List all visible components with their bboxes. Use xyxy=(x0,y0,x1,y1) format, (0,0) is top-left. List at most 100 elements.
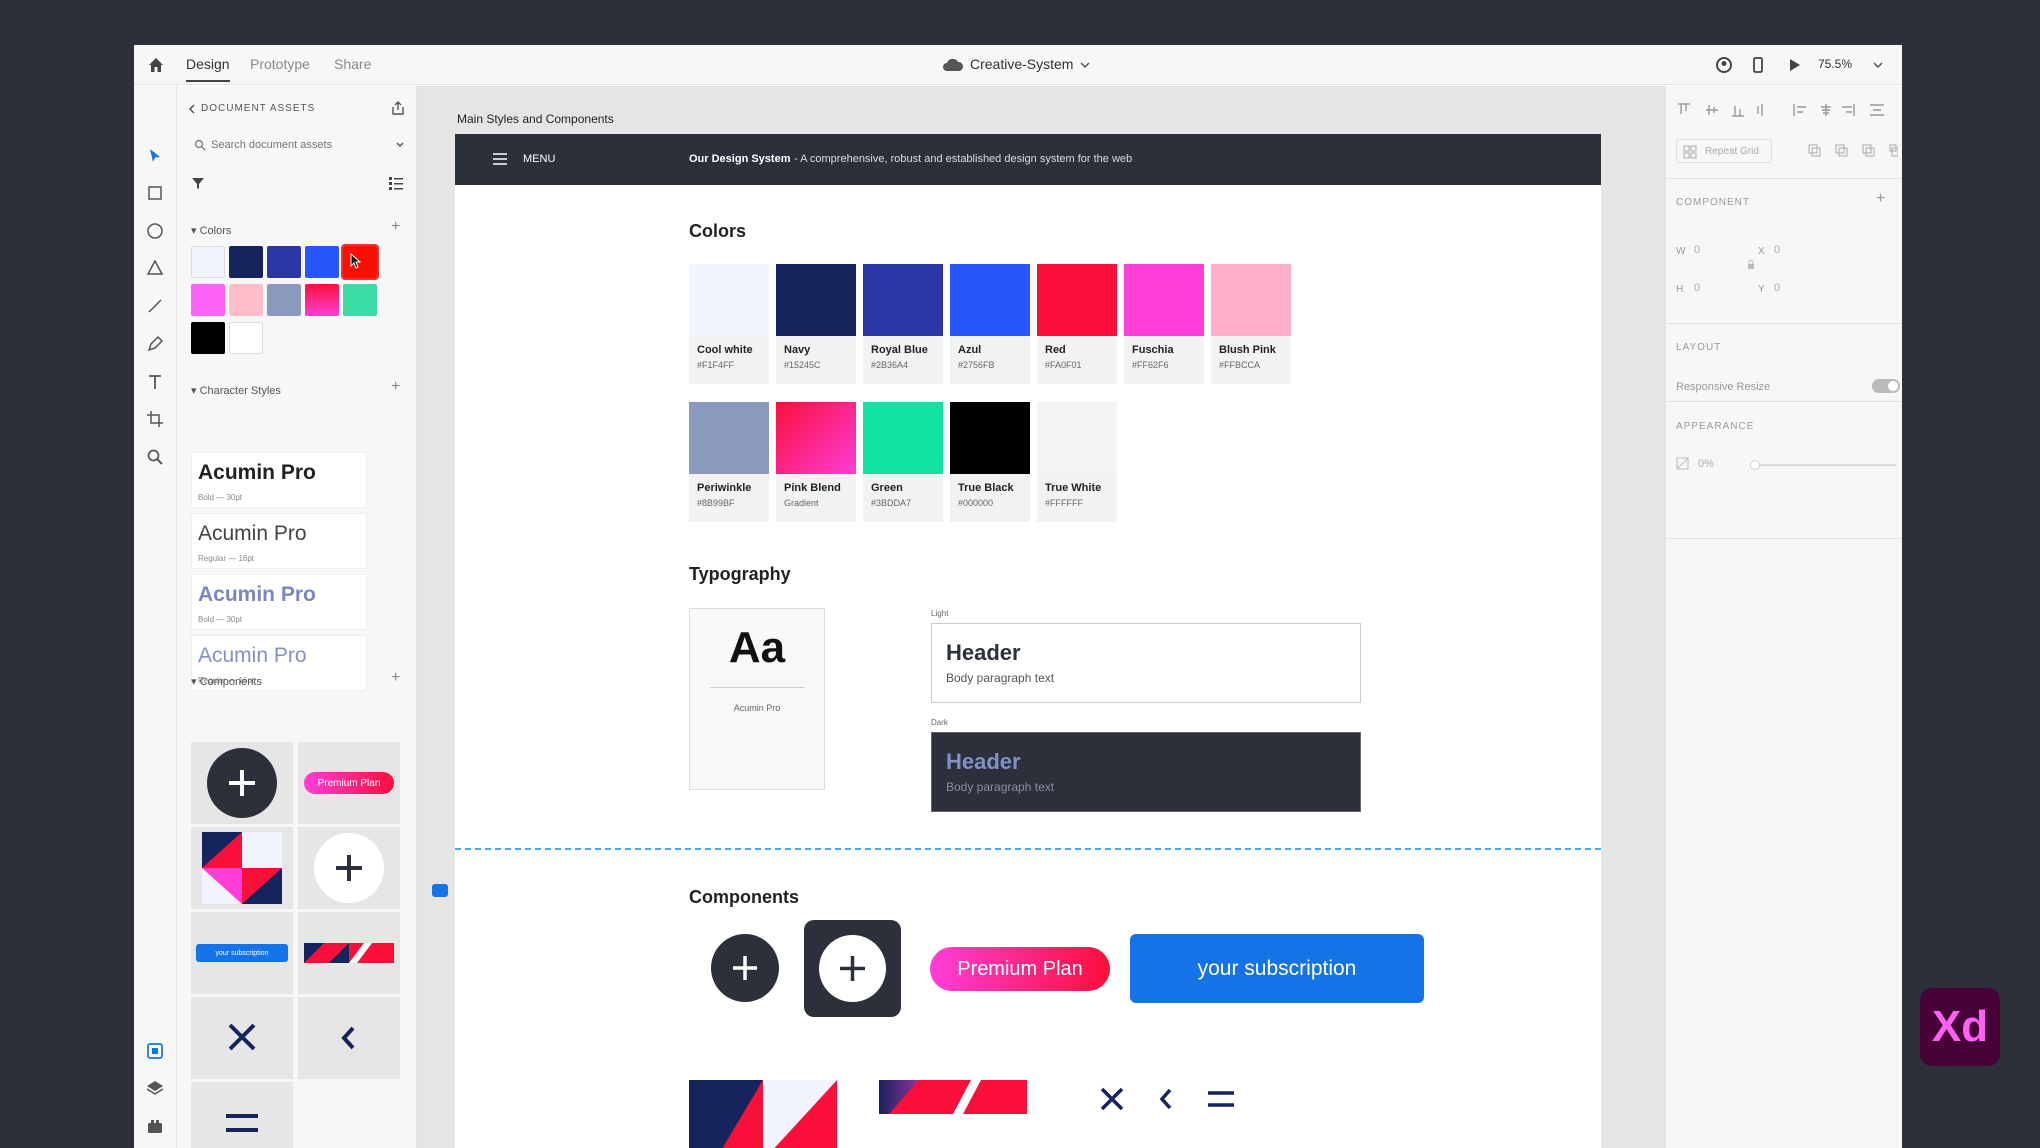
chevron-down-icon[interactable] xyxy=(1079,59,1091,71)
component-thumb-premium[interactable]: Premium Plan xyxy=(298,742,400,824)
add-character-style-icon[interactable]: + xyxy=(391,378,400,396)
x-input[interactable]: 0 xyxy=(1774,244,1780,256)
layers-icon[interactable] xyxy=(145,1078,165,1098)
color-card[interactable]: Red #FA0F01 xyxy=(1037,264,1117,384)
color-card[interactable]: Navy #15245C xyxy=(776,264,856,384)
colors-section-label[interactable]: ▾ Colors xyxy=(191,224,231,237)
color-swatch[interactable] xyxy=(305,246,339,278)
color-card[interactable]: Cool white #F1F4FF xyxy=(689,264,769,384)
add-color-icon[interactable]: + xyxy=(391,218,400,236)
character-style-card[interactable]: Acumin Pro Regular — 16pt xyxy=(191,513,367,569)
type-specimen-card[interactable]: Aa Acumin Pro xyxy=(689,608,825,790)
search-dropdown-icon[interactable] xyxy=(395,140,405,150)
character-style-card[interactable]: Acumin Pro Bold — 30pt xyxy=(191,452,367,508)
y-input[interactable]: 0 xyxy=(1774,282,1780,294)
align-tools-icon[interactable] xyxy=(1676,102,1902,118)
component-thumb-equals[interactable] xyxy=(191,1082,293,1148)
back-large-icon[interactable] xyxy=(1158,1086,1174,1112)
lock-aspect-icon[interactable] xyxy=(1746,260,1756,270)
premium-plan-pill[interactable]: Premium Plan xyxy=(930,947,1110,991)
line-tool-icon[interactable] xyxy=(145,296,165,316)
home-icon[interactable] xyxy=(146,55,166,75)
design-canvas[interactable]: Main Styles and Components MENU Our Desi… xyxy=(417,86,1665,1148)
text-tool-icon[interactable] xyxy=(145,372,165,392)
color-swatch[interactable] xyxy=(305,284,339,316)
component-thumb-add-light[interactable] xyxy=(298,827,400,909)
zoom-level[interactable]: 75.5% xyxy=(1818,57,1852,71)
component-thumb-pattern[interactable] xyxy=(191,827,293,909)
pen-tool-icon[interactable] xyxy=(145,334,165,354)
tab-design[interactable]: Design xyxy=(186,56,230,82)
zoom-tool-icon[interactable] xyxy=(145,447,165,467)
plugins-icon[interactable] xyxy=(145,1116,165,1136)
boolean-ops-icon[interactable] xyxy=(1808,144,1898,158)
component-thumb-add-dark[interactable] xyxy=(191,742,293,824)
select-tool-icon[interactable] xyxy=(145,146,165,166)
add-component-state-icon[interactable]: + xyxy=(1876,190,1885,208)
color-swatch[interactable] xyxy=(229,322,263,354)
opacity-input[interactable]: 0% xyxy=(1698,458,1714,470)
zoom-chevron-icon[interactable] xyxy=(1872,59,1884,71)
list-view-icon[interactable] xyxy=(388,175,404,191)
tab-share[interactable]: Share xyxy=(334,56,371,72)
opacity-slider[interactable] xyxy=(1750,460,1896,470)
artboard[interactable]: MENU Our Design System - A comprehensive… xyxy=(455,134,1601,1148)
polygon-tool-icon[interactable] xyxy=(145,258,165,278)
hamburger-menu-icon[interactable] xyxy=(493,153,507,165)
filter-icon[interactable] xyxy=(191,176,205,190)
w-input[interactable]: 0 xyxy=(1694,244,1700,256)
component-thumb-close[interactable] xyxy=(191,997,293,1079)
repeat-grid-button[interactable]: Repeat Grid xyxy=(1676,139,1772,163)
color-swatch[interactable] xyxy=(191,284,225,316)
light-type-card[interactable]: Header Body paragraph text xyxy=(931,623,1361,703)
character-styles-section-label[interactable]: ▾ Character Styles xyxy=(191,384,281,397)
color-card[interactable]: Green #3BDDA7 xyxy=(863,402,943,522)
color-swatch[interactable] xyxy=(229,246,263,278)
color-card[interactable]: True Black #000000 xyxy=(950,402,1030,522)
color-card[interactable]: Pink Blend Gradient xyxy=(776,402,856,522)
equals-large-icon[interactable] xyxy=(1206,1089,1236,1109)
back-chevron-icon[interactable] xyxy=(187,103,197,115)
search-input[interactable] xyxy=(211,134,391,156)
guide-handle-icon[interactable] xyxy=(432,884,448,897)
responsive-resize-toggle[interactable] xyxy=(1872,379,1900,393)
character-style-card[interactable]: Acumin Pro Bold — 30pt xyxy=(191,574,367,630)
artboard-tool-icon[interactable] xyxy=(145,409,165,429)
color-card[interactable]: Blush Pink #FFBCCA xyxy=(1211,264,1291,384)
components-section-label[interactable]: ▾ Components xyxy=(191,675,262,688)
tab-prototype[interactable]: Prototype xyxy=(250,56,310,72)
add-button-dark-icon[interactable] xyxy=(711,934,779,1002)
color-card[interactable]: Azul #2756FB xyxy=(950,264,1030,384)
close-large-icon[interactable] xyxy=(1099,1086,1125,1112)
menu-label[interactable]: MENU xyxy=(523,153,555,165)
color-card[interactable]: True White #FFFFFF xyxy=(1037,402,1117,522)
ellipse-tool-icon[interactable] xyxy=(145,221,165,241)
artboard-label[interactable]: Main Styles and Components xyxy=(457,112,614,126)
color-swatch[interactable] xyxy=(191,246,225,278)
subscription-button[interactable]: your subscription xyxy=(1130,934,1424,1003)
mobile-preview-icon[interactable] xyxy=(1748,55,1768,75)
guide-line[interactable] xyxy=(455,848,1601,850)
component-thumb-back[interactable] xyxy=(298,997,400,1079)
export-icon[interactable] xyxy=(390,100,406,116)
component-thumb-banner[interactable] xyxy=(298,912,400,994)
color-swatch[interactable] xyxy=(267,284,301,316)
assets-panel-icon[interactable] xyxy=(145,1041,165,1061)
color-card[interactable]: Periwinkle #8B99BF xyxy=(689,402,769,522)
color-swatch[interactable] xyxy=(191,322,225,354)
add-component-icon[interactable]: + xyxy=(391,669,400,687)
document-title[interactable]: Creative-System xyxy=(970,56,1073,72)
color-swatch[interactable] xyxy=(267,246,301,278)
user-icon[interactable] xyxy=(1714,55,1734,75)
color-card[interactable]: Royal Blue #2B36A4 xyxy=(863,264,943,384)
add-tile-component[interactable] xyxy=(804,920,901,1017)
component-thumb-subscription[interactable]: your subscription xyxy=(191,912,293,994)
color-swatch[interactable] xyxy=(343,284,377,316)
dark-type-card[interactable]: Header Body paragraph text xyxy=(931,732,1361,812)
color-swatch[interactable] xyxy=(229,284,263,316)
h-input[interactable]: 0 xyxy=(1694,282,1700,294)
color-card[interactable]: Fuschia #FF62F6 xyxy=(1124,264,1204,384)
rectangle-tool-icon[interactable] xyxy=(145,183,165,203)
play-icon[interactable] xyxy=(1784,55,1804,75)
opacity-slider-handle[interactable] xyxy=(1750,460,1760,470)
